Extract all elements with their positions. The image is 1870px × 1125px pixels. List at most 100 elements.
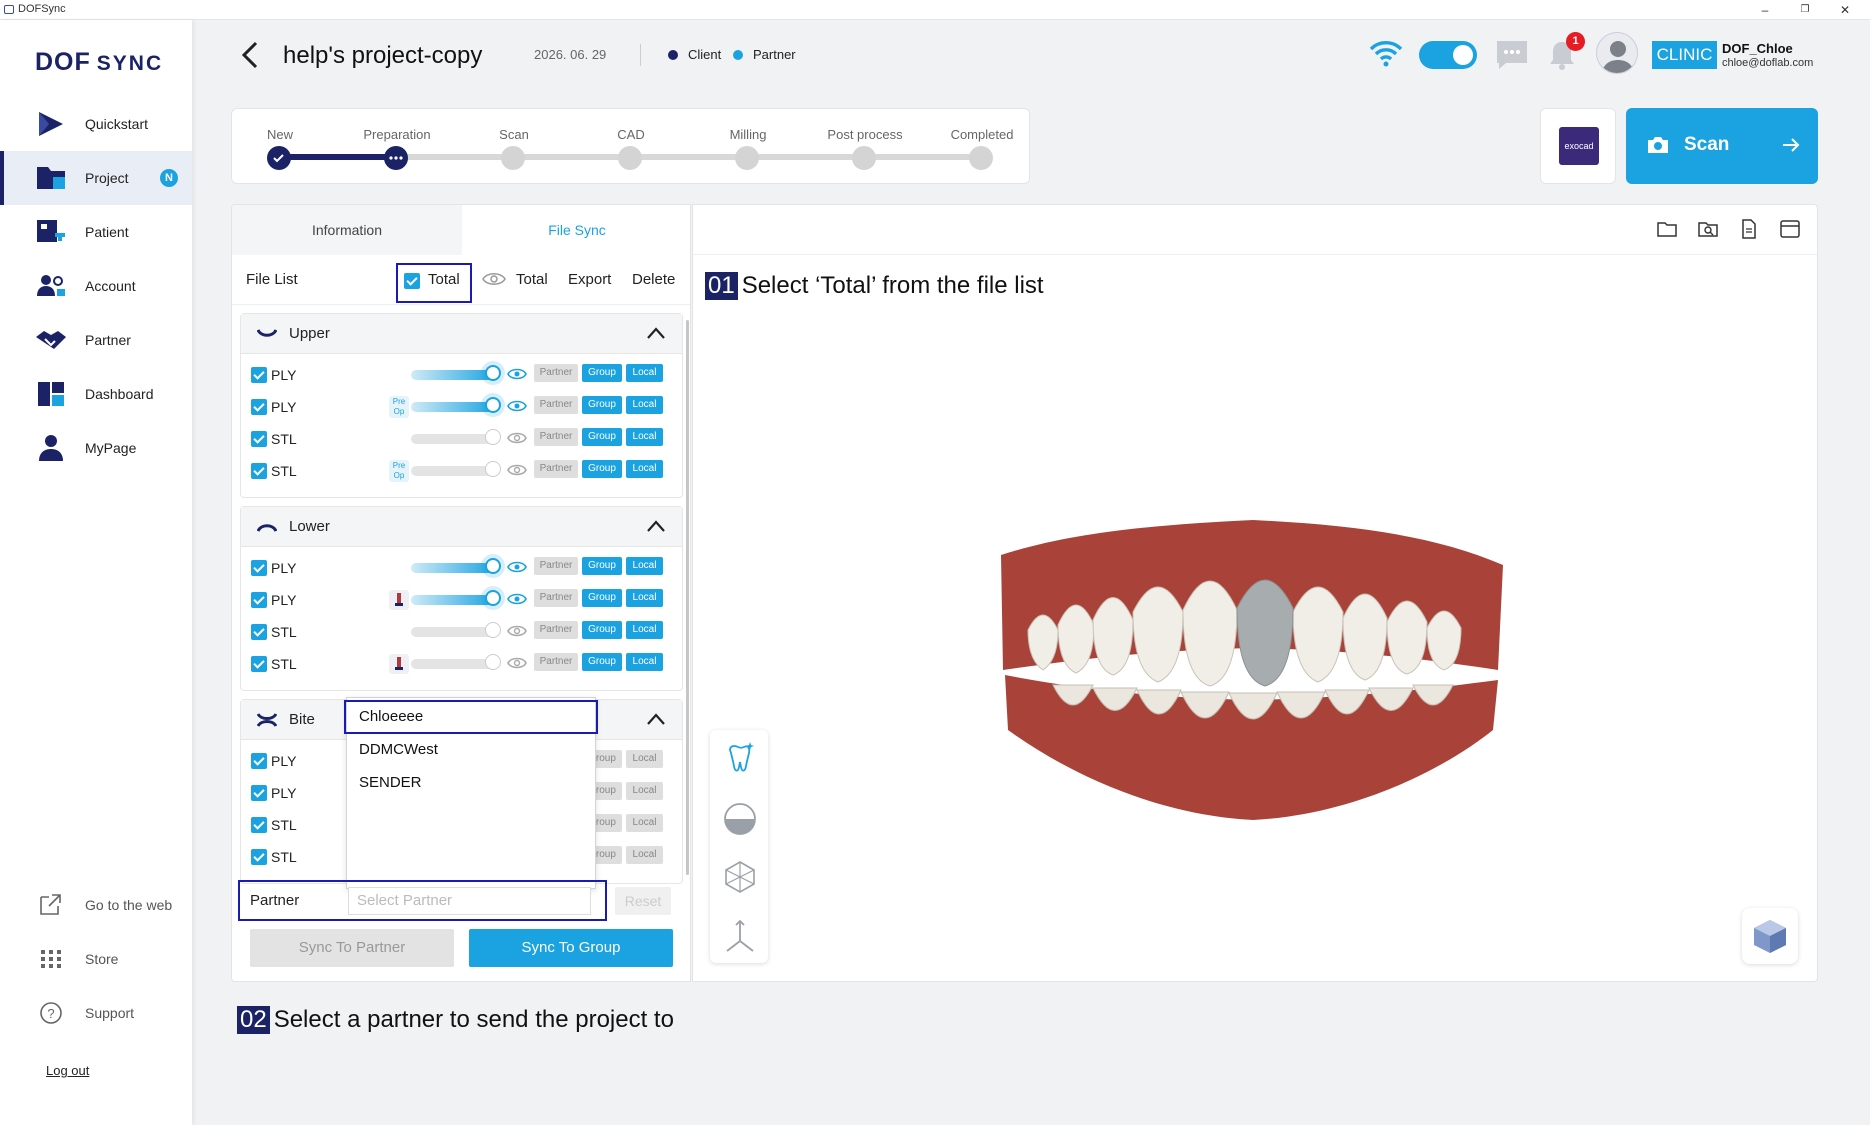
- sidebar-item-go-to-web[interactable]: Go to the web: [0, 878, 192, 932]
- close-button[interactable]: ✕: [1830, 1, 1860, 19]
- back-icon[interactable]: [240, 40, 260, 70]
- local-chip[interactable]: Local: [626, 589, 663, 607]
- file-checkbox[interactable]: [251, 463, 267, 479]
- local-chip[interactable]: Local: [626, 396, 663, 414]
- folder-search-icon[interactable]: [1697, 219, 1719, 239]
- sidebar-item-support[interactable]: ? Support: [0, 986, 192, 1040]
- visibility-icon[interactable]: [507, 399, 527, 413]
- group-chip[interactable]: Group: [582, 589, 622, 607]
- folder-open-icon[interactable]: [1656, 219, 1678, 239]
- step-preparation-current[interactable]: [384, 146, 408, 170]
- sidebar-item-project[interactable]: Project N: [0, 151, 192, 205]
- step-new-done[interactable]: [267, 146, 291, 170]
- avatar[interactable]: [1596, 32, 1638, 74]
- window-icon[interactable]: [1779, 219, 1801, 239]
- delete-button[interactable]: Delete: [632, 271, 675, 288]
- local-chip[interactable]: Local: [626, 621, 663, 639]
- 3d-viewer[interactable]: [692, 204, 1818, 982]
- scan-button[interactable]: Scan: [1626, 108, 1818, 184]
- sync-to-partner-button[interactable]: Sync To Partner: [250, 929, 454, 967]
- axis-icon[interactable]: [723, 918, 757, 954]
- local-chip[interactable]: Local: [626, 846, 663, 864]
- file-list-scrollbar[interactable]: [686, 320, 689, 875]
- sidebar-item-quickstart[interactable]: Quickstart: [0, 97, 192, 151]
- local-chip[interactable]: Local: [626, 364, 663, 382]
- partner-chip[interactable]: Partner: [534, 460, 578, 478]
- visibility-icon[interactable]: [507, 560, 527, 574]
- local-chip[interactable]: Local: [626, 782, 663, 800]
- logout-link[interactable]: Log out: [46, 1063, 89, 1078]
- view-cube-icon[interactable]: [1742, 908, 1798, 964]
- step-completed[interactable]: [969, 146, 993, 170]
- local-chip[interactable]: Local: [626, 814, 663, 832]
- sidebar-item-patient[interactable]: Patient: [0, 205, 192, 259]
- step-milling[interactable]: [735, 146, 759, 170]
- group-chip[interactable]: Group: [582, 428, 622, 446]
- total-checkbox[interactable]: [404, 273, 420, 289]
- reset-button[interactable]: Reset: [615, 887, 671, 915]
- file-checkbox[interactable]: [251, 399, 267, 415]
- local-chip[interactable]: Local: [626, 460, 663, 478]
- partner-chip[interactable]: Partner: [534, 557, 578, 575]
- document-icon[interactable]: [1738, 219, 1760, 239]
- partner-chip[interactable]: Partner: [534, 621, 578, 639]
- minimize-button[interactable]: –: [1750, 1, 1780, 19]
- slider-knob[interactable]: [485, 622, 501, 638]
- export-button[interactable]: Export: [568, 271, 611, 288]
- visibility-icon[interactable]: [507, 656, 527, 670]
- slider-knob[interactable]: [485, 558, 501, 574]
- slider-knob[interactable]: [485, 590, 501, 606]
- local-chip[interactable]: Local: [626, 428, 663, 446]
- group-chip[interactable]: Group: [582, 653, 622, 671]
- sidebar-item-account[interactable]: Account: [0, 259, 192, 313]
- total-view-button[interactable]: Total: [516, 271, 548, 288]
- partner-chip[interactable]: Partner: [534, 428, 578, 446]
- group-chip[interactable]: Group: [582, 396, 622, 414]
- partner-chip[interactable]: Partner: [534, 589, 578, 607]
- local-chip[interactable]: Local: [626, 750, 663, 768]
- file-checkbox[interactable]: [251, 849, 267, 865]
- slider-knob[interactable]: [485, 429, 501, 445]
- group-chip[interactable]: Group: [582, 557, 622, 575]
- chevron-up-icon[interactable]: [646, 519, 666, 533]
- exocad-button[interactable]: exocad: [1540, 108, 1616, 184]
- local-chip[interactable]: Local: [626, 653, 663, 671]
- partner-chip[interactable]: Partner: [534, 653, 578, 671]
- tab-information[interactable]: Information: [232, 205, 462, 255]
- sync-toggle[interactable]: [1419, 41, 1477, 69]
- group-header[interactable]: Lower: [241, 507, 682, 547]
- file-checkbox[interactable]: [251, 753, 267, 769]
- chat-icon[interactable]: [1496, 40, 1528, 70]
- step-cad[interactable]: [618, 146, 642, 170]
- chevron-up-icon[interactable]: [646, 712, 666, 726]
- sync-to-group-button[interactable]: Sync To Group: [469, 929, 673, 967]
- visibility-icon[interactable]: [507, 624, 527, 638]
- file-checkbox[interactable]: [251, 431, 267, 447]
- tab-file-sync[interactable]: File Sync: [462, 205, 690, 255]
- mesh-icon[interactable]: [723, 860, 757, 894]
- sidebar-item-store[interactable]: Store: [0, 932, 192, 986]
- slider-knob[interactable]: [485, 461, 501, 477]
- sidebar-item-mypage[interactable]: MyPage: [0, 421, 192, 475]
- file-checkbox[interactable]: [251, 817, 267, 833]
- wifi-icon[interactable]: [1368, 38, 1404, 68]
- step-scan[interactable]: [501, 146, 525, 170]
- half-circle-icon[interactable]: [723, 802, 757, 836]
- visibility-icon[interactable]: [507, 463, 527, 477]
- file-checkbox[interactable]: [251, 592, 267, 608]
- tooth-sparkle-icon[interactable]: [724, 742, 756, 778]
- slider-knob[interactable]: [485, 397, 501, 413]
- file-checkbox[interactable]: [251, 656, 267, 672]
- group-header[interactable]: Upper: [241, 314, 682, 354]
- visibility-icon[interactable]: [507, 431, 527, 445]
- partner-chip[interactable]: Partner: [534, 396, 578, 414]
- sidebar-item-partner[interactable]: Partner: [0, 313, 192, 367]
- eye-icon[interactable]: [482, 271, 506, 287]
- partner-option[interactable]: SENDER: [359, 774, 422, 791]
- file-checkbox[interactable]: [251, 367, 267, 383]
- group-chip[interactable]: Group: [582, 364, 622, 382]
- partner-option[interactable]: DDMCWest: [359, 741, 438, 758]
- visibility-icon[interactable]: [507, 592, 527, 606]
- file-checkbox[interactable]: [251, 560, 267, 576]
- sidebar-item-dashboard[interactable]: Dashboard: [0, 367, 192, 421]
